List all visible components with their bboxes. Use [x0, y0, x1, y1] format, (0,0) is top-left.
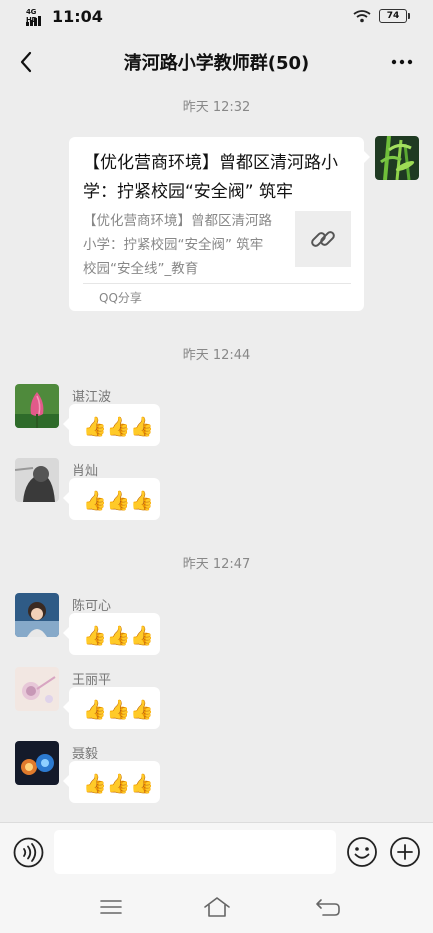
share-title: 【优化营商环境】曾都区清河路小学：拧紧校园“安全阀” 筑牢: [83, 153, 338, 202]
sender-name: 肖灿: [72, 464, 99, 479]
avatar[interactable]: [15, 384, 59, 428]
share-divider: [83, 283, 351, 284]
chat-title: 清河路小学教师群(50): [123, 53, 310, 74]
message-bubble[interactable]: 👍👍👍: [63, 613, 160, 655]
avatar-self[interactable]: [375, 136, 419, 180]
share-description: 【优化营商环境】曾都区清河路小学：拧紧校园“安全阀” 筑牢校园“安全线”_教育: [83, 213, 272, 277]
message-text: 👍👍👍: [83, 625, 154, 647]
avatar[interactable]: [15, 667, 59, 711]
status-left: 4G HD 11:04: [26, 7, 103, 26]
timestamp: 昨天 12:32: [182, 100, 251, 115]
wifi-icon: [353, 10, 371, 23]
emoji-icon[interactable]: [346, 836, 378, 868]
status-time: 11:04: [52, 7, 103, 26]
message-text: 👍👍👍: [83, 773, 154, 795]
more-dots-icon[interactable]: [387, 49, 417, 75]
avatar[interactable]: [15, 458, 59, 502]
share-thumbnail: [295, 211, 351, 267]
return-icon[interactable]: [313, 895, 343, 919]
sender-name: 谌江波: [72, 390, 112, 405]
message-text: 👍👍👍: [83, 699, 154, 721]
signal-icon: 4G HD: [26, 8, 46, 26]
sender-name: 聂毅: [72, 747, 99, 762]
avatar[interactable]: [15, 593, 59, 637]
status-right: 74: [353, 9, 410, 23]
avatar[interactable]: [15, 741, 59, 785]
sender-name: 陈可心: [72, 599, 112, 614]
message-bubble[interactable]: 👍👍👍: [63, 687, 160, 729]
timestamp: 昨天 12:47: [182, 557, 251, 572]
battery-indicator: 74: [379, 9, 410, 23]
sender-name: 王丽平: [72, 673, 112, 688]
message-list[interactable]: 昨天 12:32 【优化营商环境】曾都区清河路小学：拧紧校园“安全阀” 筑牢 【…: [0, 88, 433, 822]
menu-icon[interactable]: [96, 895, 126, 919]
voice-icon[interactable]: [13, 837, 44, 868]
link-icon: [311, 231, 335, 247]
home-icon[interactable]: [202, 895, 232, 919]
plus-icon[interactable]: [389, 836, 421, 868]
message-text: 👍👍👍: [83, 490, 154, 512]
share-card[interactable]: 【优化营商环境】曾都区清河路小学：拧紧校园“安全阀” 筑牢 【优化营商环境】曾都…: [69, 137, 370, 311]
message-bubble[interactable]: 👍👍👍: [63, 404, 160, 446]
system-navigation-bar: [0, 882, 433, 933]
input-bar: [0, 822, 433, 883]
message-bubble[interactable]: 👍👍👍: [63, 478, 160, 520]
share-source: QQ分享: [99, 291, 142, 305]
status-bar: 4G HD 11:04 74: [0, 0, 433, 36]
chat-header: 清河路小学教师群(50): [0, 36, 433, 88]
message-input[interactable]: [54, 830, 336, 874]
message-bubble[interactable]: 👍👍👍: [63, 761, 160, 803]
timestamp: 昨天 12:44: [182, 348, 251, 363]
message-text: 👍👍👍: [83, 416, 154, 438]
